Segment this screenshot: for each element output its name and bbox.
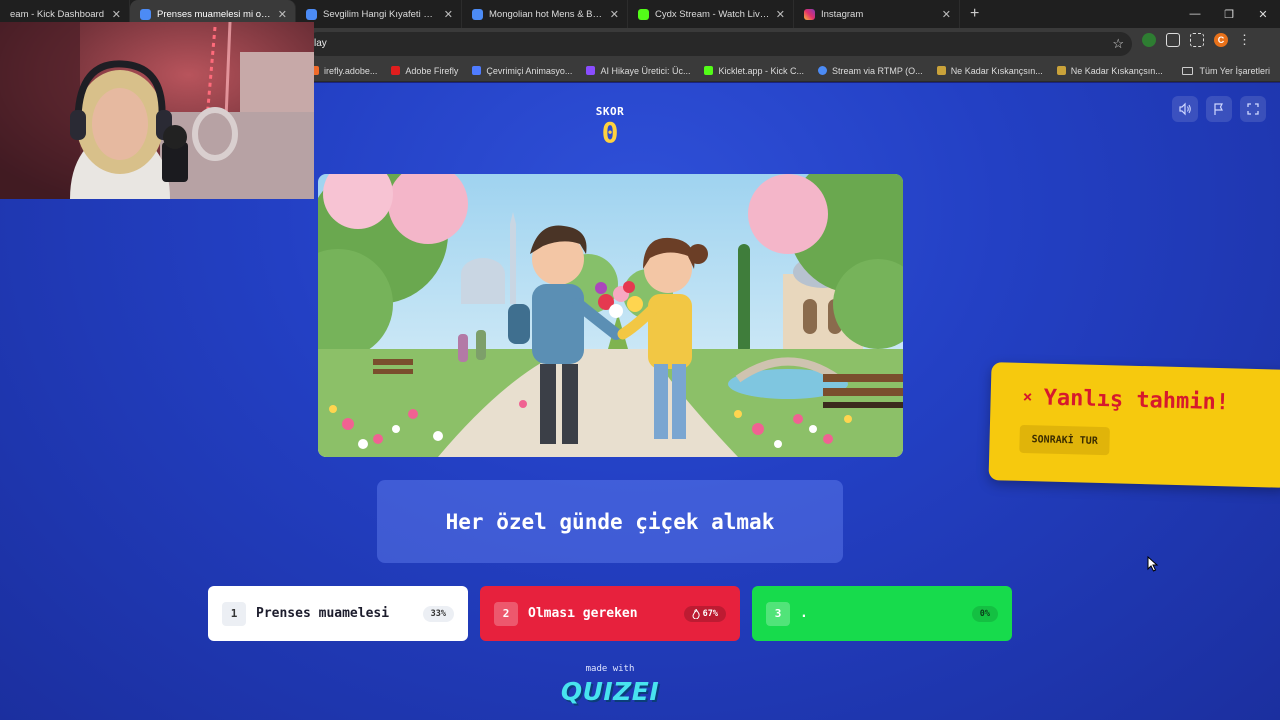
bookmark-favicon: [472, 66, 482, 75]
media-extension-icon[interactable]: [1166, 33, 1180, 47]
report-button[interactable]: [1206, 96, 1232, 122]
toast-title: Yanlış tahmin!: [1043, 385, 1230, 416]
bookmark-item[interactable]: Kicklet.app - Kick C...: [704, 66, 804, 76]
option-number: 2: [494, 601, 518, 626]
folder-icon: [1182, 67, 1194, 75]
tab-title: Mongolian hot Mens & Boys -: [489, 8, 604, 20]
quizei-logo[interactable]: QUIZEI: [560, 677, 660, 706]
profile-avatar[interactable]: C: [1214, 33, 1228, 47]
window-controls: — ❐ ✕: [1178, 0, 1280, 28]
option-3-button[interactable]: 3 . 0%: [752, 586, 1012, 641]
park-scene-image: [318, 174, 903, 457]
game-controls: [1172, 96, 1266, 122]
option-label: Olması gereken: [528, 606, 638, 621]
tab-sevgilim[interactable]: Sevgilim Hangi Kıyafeti Dışarda ✕: [296, 0, 462, 28]
bookmark-favicon: [586, 66, 596, 75]
percentage-text: 0%: [979, 608, 990, 619]
close-icon[interactable]: ×: [1022, 387, 1032, 406]
bookmark-label: Kicklet.app - Kick C...: [718, 65, 804, 76]
tab-title: Cydx Stream - Watch Live on K: [655, 8, 770, 20]
tab-cydx-stream[interactable]: Cydx Stream - Watch Live on K ✕: [628, 0, 794, 28]
extensions-icon[interactable]: [1190, 33, 1204, 47]
percentage-text: 67%: [702, 608, 718, 619]
bookmark-favicon: [704, 66, 714, 75]
close-tab-icon[interactable]: ✕: [444, 8, 453, 21]
bookmark-label: Stream via RTMP (O...: [832, 65, 923, 76]
tab-title: Instagram: [821, 8, 864, 20]
answer-options: 1 Prenses muamelesi 33% 2 Olması gereken…: [208, 586, 1012, 641]
option-number: 3: [766, 601, 790, 626]
option-label: Prenses muamelesi: [256, 606, 390, 621]
option-number: 1: [222, 601, 246, 626]
streamer-webcam-image: [0, 22, 314, 199]
question-prompt: Her özel günde çiçek almak: [377, 480, 843, 563]
option-percentage: 33%: [422, 605, 454, 622]
speaker-icon: [1179, 102, 1191, 116]
bookmark-favicon: [391, 66, 401, 75]
close-tab-icon[interactable]: ✕: [610, 8, 619, 21]
bookmark-item[interactable]: Ne Kadar Kıskançsın...: [936, 65, 1043, 76]
address-text: lay: [314, 38, 327, 49]
close-tab-icon[interactable]: ✕: [112, 8, 121, 21]
close-tab-icon[interactable]: ✕: [776, 8, 785, 21]
bookmark-item[interactable]: AI Hikaye Üretici: Üc...: [586, 66, 690, 76]
bookmark-favicon: [1056, 66, 1066, 75]
percentage-text: 33%: [430, 608, 446, 619]
option-label: .: [800, 606, 808, 621]
tab-favicon: [306, 8, 317, 20]
instagram-icon: [804, 8, 815, 20]
bookmark-label: Adobe Firefly: [405, 65, 459, 76]
bookmark-favicon: [818, 66, 827, 75]
new-tab-button[interactable]: +: [970, 5, 979, 23]
minimize-button[interactable]: —: [1178, 0, 1212, 28]
option-2-button[interactable]: 2 Olması gereken 67%: [480, 586, 740, 641]
close-tab-icon[interactable]: ✕: [278, 8, 287, 21]
bookmark-label: Ne Kadar Kıskançsın...: [1070, 65, 1163, 76]
bookmark-favicon: [936, 66, 946, 75]
bookmark-label: Çevrimiçi Animasyo...: [486, 65, 573, 76]
option-1-button[interactable]: 1 Prenses muamelesi 33%: [208, 586, 468, 641]
made-with-label: made with: [585, 664, 635, 674]
wrong-guess-toast: × Yanlış tahmin! SONRAKİ TUR: [988, 362, 1280, 488]
shield-extension-icon[interactable]: [1142, 33, 1156, 47]
close-tab-icon[interactable]: ✕: [942, 8, 951, 21]
option-percentage: 0%: [971, 605, 998, 622]
mouse-cursor-icon: [1147, 556, 1159, 572]
sound-button[interactable]: [1172, 96, 1198, 122]
all-bookmarks-button[interactable]: Tüm Yer İşaretleri: [1182, 60, 1270, 82]
tab-title: eam - Kick Dashboard: [10, 8, 104, 20]
bookmark-item[interactable]: Stream via RTMP (O...: [818, 66, 923, 76]
address-bar[interactable]: lay ☆: [306, 32, 1132, 56]
fire-icon: [692, 608, 700, 619]
tab-instagram[interactable]: Instagram ✕: [794, 0, 960, 28]
tab-mongolian[interactable]: Mongolian hot Mens & Boys - ✕: [462, 0, 628, 28]
extensions-area: C ⋮: [1142, 32, 1251, 48]
restore-button[interactable]: ❐: [1212, 0, 1246, 28]
option-percentage: 67%: [683, 605, 726, 622]
tab-favicon: [638, 8, 649, 20]
fullscreen-icon: [1247, 103, 1259, 115]
score-display: SKOR 0: [560, 105, 660, 148]
close-window-button[interactable]: ✕: [1246, 0, 1280, 28]
webcam-overlay: [0, 22, 314, 199]
score-value: 0: [601, 116, 619, 149]
bookmark-item[interactable]: Adobe Firefly: [391, 66, 458, 76]
next-round-button[interactable]: SONRAKİ TUR: [1019, 424, 1111, 456]
flag-icon: [1214, 103, 1223, 115]
tab-favicon: [140, 8, 151, 20]
bookmark-label: Ne Kadar Kıskançsın...: [950, 65, 1043, 76]
question-illustration: [318, 174, 903, 457]
bookmark-item[interactable]: Ne Kadar Kıskançsın...: [1056, 65, 1163, 76]
menu-icon[interactable]: ⋮: [1238, 32, 1251, 48]
tab-title: Prenses muamelesi mi olması g: [157, 8, 272, 20]
all-bookmarks-label: Tüm Yer İşaretleri: [1199, 66, 1270, 76]
bookmark-label: AI Hikaye Üretici: Üc...: [600, 65, 691, 76]
bookmark-label: irefly.adobe...: [324, 65, 378, 76]
bookmark-item[interactable]: Çevrimiçi Animasyo...: [472, 66, 572, 76]
star-icon[interactable]: ☆: [1112, 32, 1124, 56]
tab-title: Sevgilim Hangi Kıyafeti Dışarda: [323, 8, 438, 20]
tab-favicon: [472, 8, 483, 20]
bookmark-item[interactable]: irefly.adobe...: [310, 66, 377, 76]
fullscreen-button[interactable]: [1240, 96, 1266, 122]
